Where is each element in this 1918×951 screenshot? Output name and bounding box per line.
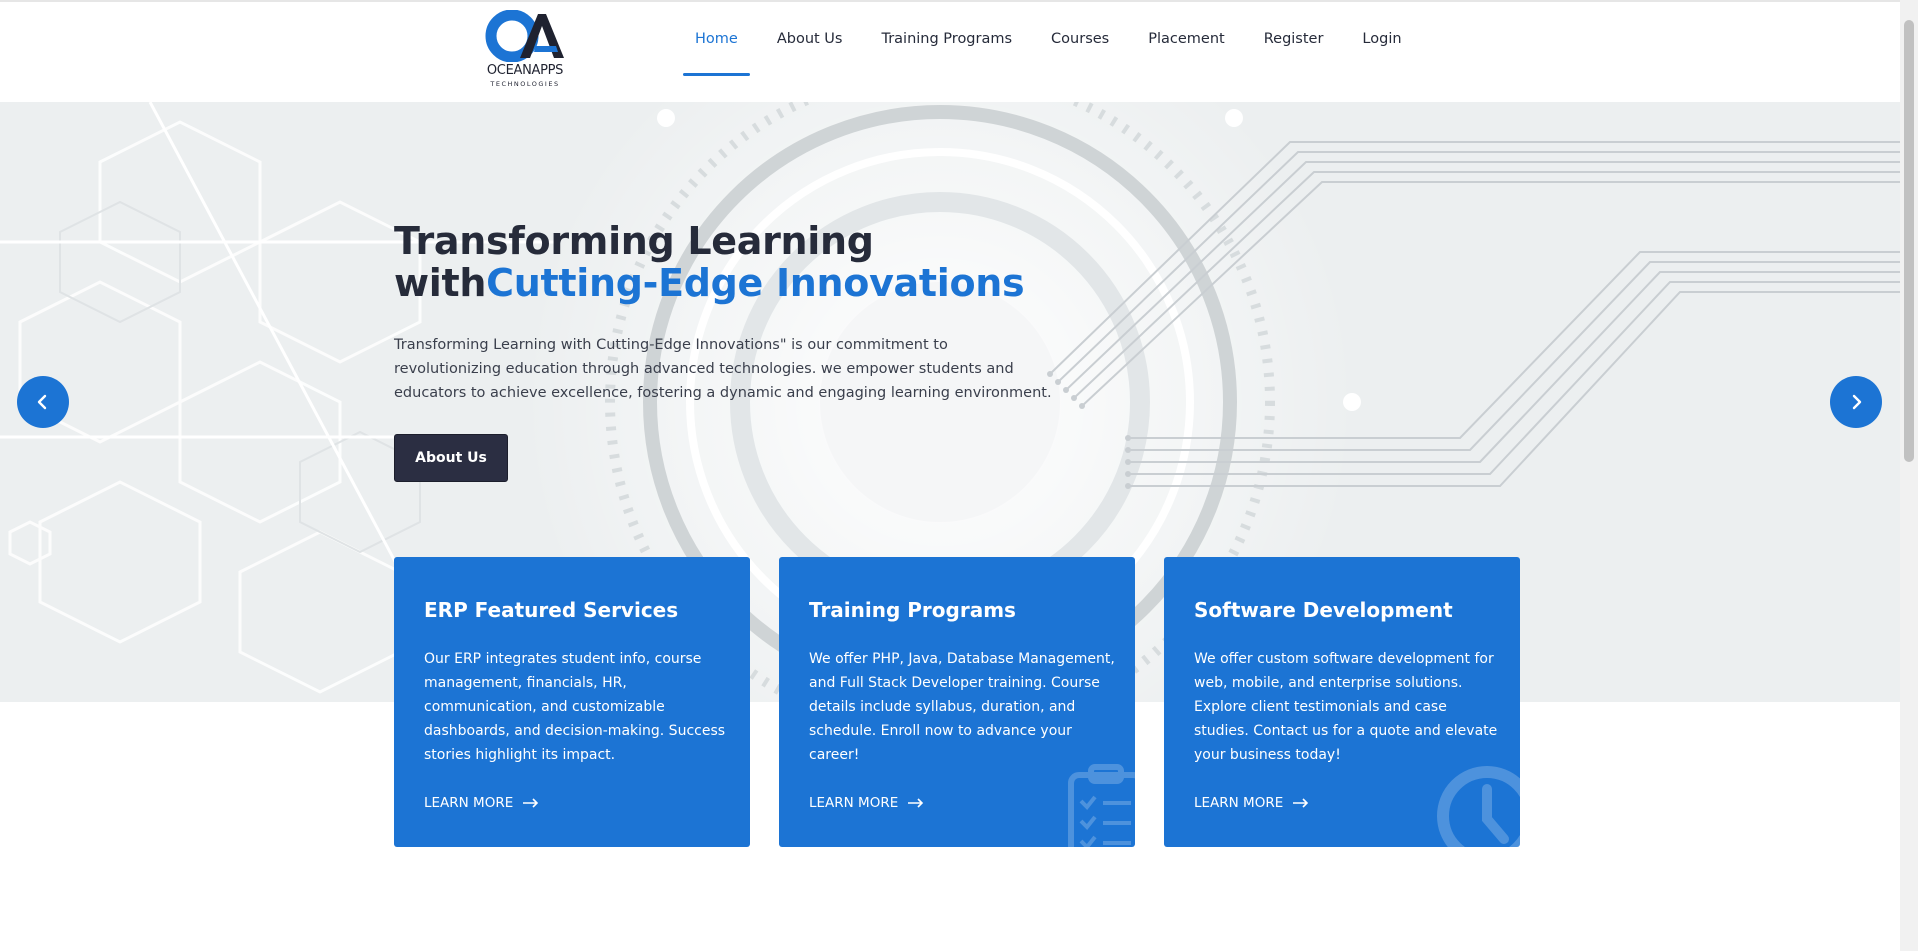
card-text: We offer PHP, Java, Database Management,… xyxy=(809,651,1115,763)
arrow-right-icon xyxy=(908,798,924,808)
learn-more-label: LEARN MORE xyxy=(1194,795,1284,811)
card-title: ERP Featured Services xyxy=(424,598,679,622)
hero-title-with: with xyxy=(394,261,487,305)
logo-tagline: TECHNOLOGIES xyxy=(490,80,560,88)
nav-item-placement[interactable]: Placement xyxy=(1136,2,1236,76)
page-scrollbar[interactable] xyxy=(1900,0,1918,951)
clipboard-checklist-icon xyxy=(1068,764,1135,847)
nav-item-about-us[interactable]: About Us xyxy=(765,2,855,76)
chevron-left-icon xyxy=(37,394,47,410)
slider-prev-button[interactable] xyxy=(17,376,69,428)
nav-item-training-programs[interactable]: Training Programs xyxy=(869,2,1024,76)
card-text: We offer custom software development for… xyxy=(1194,651,1498,763)
main-nav: Home About Us Training Programs Courses … xyxy=(683,2,1429,102)
page: OCEANAPPS TECHNOLOGIES Home About Us Tra… xyxy=(0,0,1918,951)
hero-title-accent: Cutting-Edge Innovations xyxy=(486,261,1025,305)
about-us-button[interactable]: About Us xyxy=(394,434,508,482)
card-title: Training Programs xyxy=(809,598,1016,622)
chevron-right-icon xyxy=(1852,394,1862,410)
hero-title: Transforming Learning withCutting-Edge I… xyxy=(394,219,1025,305)
nav-item-courses[interactable]: Courses xyxy=(1039,2,1121,76)
nav-item-home[interactable]: Home xyxy=(683,2,750,76)
service-card-training: Training Programs We offer PHP, Java, Da… xyxy=(779,557,1135,847)
scrollbar-thumb[interactable] xyxy=(1904,20,1914,462)
logo-name: OCEANAPPS xyxy=(486,63,564,78)
card-text: Our ERP integrates student info, course … xyxy=(424,651,726,763)
learn-more-label: LEARN MORE xyxy=(809,795,899,811)
slider-next-button[interactable] xyxy=(1830,376,1882,428)
learn-more-link[interactable]: LEARN MORE xyxy=(424,795,539,811)
nav-item-register[interactable]: Register xyxy=(1252,2,1336,76)
card-title: Software Development xyxy=(1194,598,1453,622)
hero-title-line1: Transforming Learning xyxy=(394,219,874,263)
site-logo[interactable]: OCEANAPPS TECHNOLOGIES xyxy=(470,9,580,90)
site-header: OCEANAPPS TECHNOLOGIES Home About Us Tra… xyxy=(0,2,1900,102)
hero-description: Transforming Learning with Cutting-Edge … xyxy=(394,337,1052,401)
nav-item-login[interactable]: Login xyxy=(1350,2,1413,76)
learn-more-link[interactable]: LEARN MORE xyxy=(1194,795,1309,811)
clock-icon xyxy=(1437,766,1520,847)
arrow-right-icon xyxy=(1293,798,1309,808)
learn-more-label: LEARN MORE xyxy=(424,795,514,811)
arrow-right-icon xyxy=(523,798,539,808)
hero-title-line2: withCutting-Edge Innovations xyxy=(394,261,1025,305)
learn-more-link[interactable]: LEARN MORE xyxy=(809,795,924,811)
ocean-apps-logo-icon xyxy=(485,9,564,63)
service-card-software: Software Development We offer custom sof… xyxy=(1164,557,1520,847)
service-card-erp: ERP Featured Services Our ERP integrates… xyxy=(394,557,750,847)
